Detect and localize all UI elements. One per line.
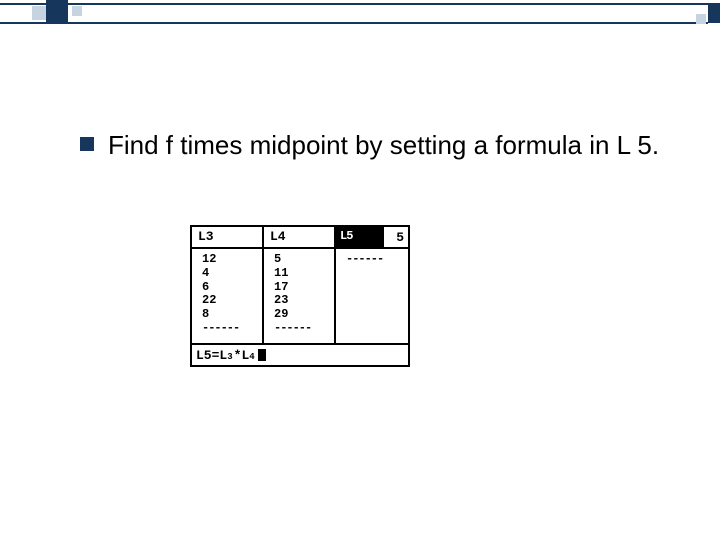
slide-header-decoration	[0, 0, 720, 28]
calc-cell: 12	[202, 253, 262, 267]
calc-header-l5-highlighted: L5 5	[336, 227, 408, 247]
bullet-item: Find f times midpoint by setting a formu…	[80, 130, 660, 161]
calc-header-row: L3 L4 L5 5	[192, 227, 408, 249]
formula-sub: 4	[249, 352, 254, 362]
calc-cell-dashes: ------	[346, 253, 408, 267]
formula-l: L	[219, 348, 227, 363]
bullet-square-icon	[80, 137, 94, 151]
calc-col-l5: ------	[336, 249, 408, 343]
cursor-icon	[258, 349, 266, 361]
calc-cell: 6	[202, 281, 262, 295]
calc-cell: 22	[202, 294, 262, 308]
calc-col-l3: 12 4 6 22 8 ------	[192, 249, 264, 343]
calc-cell: 4	[202, 267, 262, 281]
calc-cell: 5	[274, 253, 334, 267]
calc-cell: 8	[202, 308, 262, 322]
calc-header-index: 5	[384, 227, 408, 247]
calc-cell-dashes: ------	[274, 322, 334, 336]
formula-star: *	[234, 348, 242, 363]
formula-eq: =	[212, 348, 220, 363]
calc-cell-dashes: ------	[202, 322, 262, 336]
calc-header-l4: L4	[264, 227, 336, 247]
calc-formula-bar: L5 = L3 * L4	[192, 343, 408, 365]
calc-cell: 29	[274, 308, 334, 322]
formula-lhs: L5	[196, 348, 212, 363]
calc-body: 12 4 6 22 8 ------ 5 11 17 23 29 ------ …	[192, 249, 408, 343]
calc-cell: 23	[274, 294, 334, 308]
calc-cell: 17	[274, 281, 334, 295]
calc-header-l5-label: L5	[340, 229, 352, 243]
calc-header-l3: L3	[192, 227, 264, 247]
formula-sub: 3	[227, 352, 232, 362]
formula-l: L	[241, 348, 249, 363]
calc-cell: 11	[274, 267, 334, 281]
calculator-screenshot: L3 L4 L5 5 12 4 6 22 8 ------ 5 11 17 23…	[190, 225, 410, 367]
calc-col-l4: 5 11 17 23 29 ------	[264, 249, 336, 343]
slide-content: Find f times midpoint by setting a formu…	[80, 130, 660, 161]
bullet-text: Find f times midpoint by setting a formu…	[108, 130, 659, 161]
